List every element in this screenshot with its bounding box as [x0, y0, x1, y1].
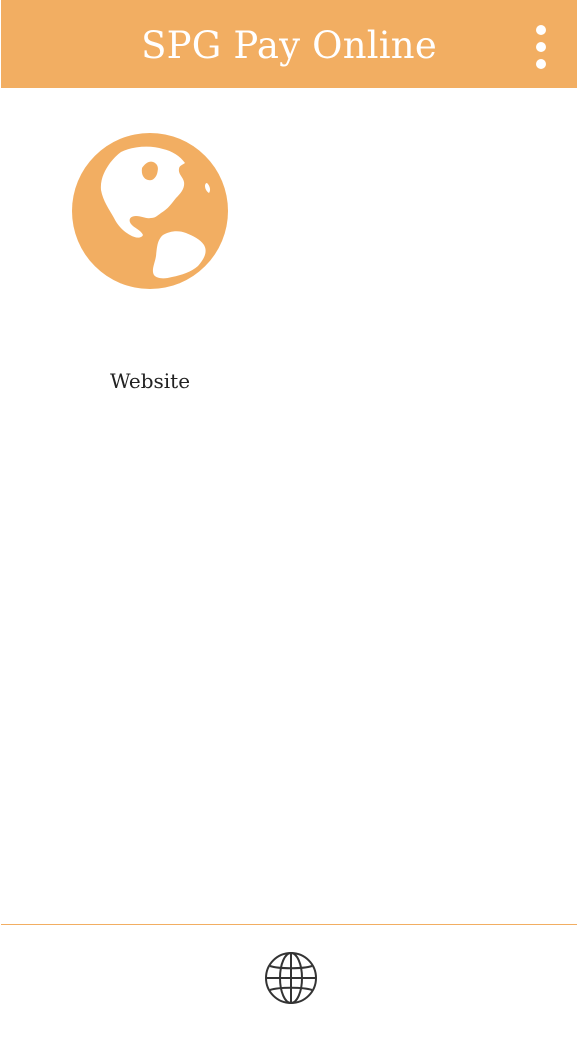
app-title: SPG Pay Online [141, 24, 437, 67]
app-bar: SPG Pay Online [1, 0, 577, 88]
website-label: Website [109, 369, 191, 393]
app-screen: SPG Pay Online Website [0, 0, 578, 1046]
overflow-menu-button[interactable] [530, 25, 552, 69]
menu-dot [536, 42, 546, 52]
menu-dot [536, 59, 546, 69]
globe-americas-icon [72, 133, 228, 289]
globe-icon[interactable] [264, 951, 318, 1005]
bottom-divider [1, 924, 577, 925]
menu-dot [536, 25, 546, 35]
website-tile[interactable]: Website [71, 132, 229, 402]
